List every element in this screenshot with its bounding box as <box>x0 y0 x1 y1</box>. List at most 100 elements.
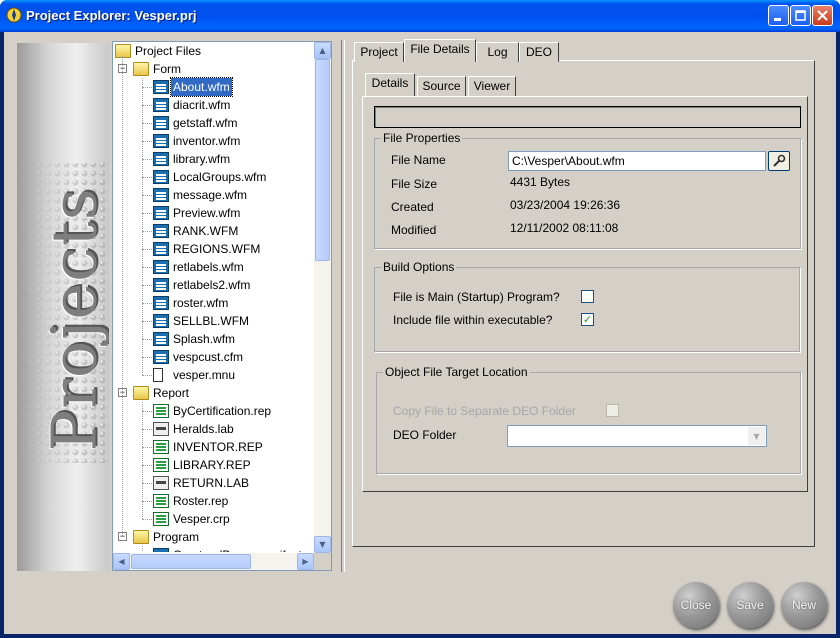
tree-connector <box>142 177 152 178</box>
file-icon <box>153 134 169 148</box>
tree-file-item[interactable]: RANK.WFM <box>113 222 313 240</box>
tree-connector <box>142 546 143 552</box>
project-explorer-window: Project Explorer: Vesper.prj Projects Pr… <box>0 0 840 638</box>
close-button[interactable]: Close <box>673 582 719 628</box>
created-label: Created <box>391 200 434 214</box>
tree-folder[interactable]: Form − <box>113 60 313 78</box>
file-icon <box>153 332 169 346</box>
minimize-button[interactable] <box>768 5 789 26</box>
tree-item-label: getstaff.wfm <box>173 116 238 130</box>
file-icon <box>153 494 169 508</box>
tree-connector <box>142 78 143 375</box>
tree-file-item[interactable]: Heralds.lab <box>113 420 313 438</box>
tree-file-item[interactable]: vesper.mnu <box>113 366 313 384</box>
tree-file-item[interactable]: diacrit.wfm <box>113 96 313 114</box>
tab-log[interactable]: Log <box>476 42 519 62</box>
tree-folder[interactable]: Report − <box>113 384 313 402</box>
tree-item-label: INVENTOR.REP <box>173 440 263 454</box>
scroll-left-button[interactable]: ◀ <box>113 553 130 570</box>
tree-vertical-scrollbar[interactable]: ▲ ▼ <box>314 42 331 553</box>
tree-item-label: Preview.wfm <box>173 206 241 220</box>
horizontal-scroll-thumb[interactable] <box>131 554 251 569</box>
project-files-tree[interactable]: Project Files Form − About.wfm diacrit.wfm ge… <box>112 41 332 571</box>
file-name-label: File Name <box>391 153 446 167</box>
file-icon <box>153 422 169 436</box>
include-executable-checkbox[interactable]: ✓ <box>581 313 594 326</box>
subtab-source[interactable]: Source <box>417 76 466 96</box>
tree-file-item[interactable]: library.wfm <box>113 150 313 168</box>
object-target-group: Object File Target Location <box>376 365 801 474</box>
tree-file-item[interactable]: inventor.wfm <box>113 132 313 150</box>
tree-connector <box>122 56 123 536</box>
tree-file-item[interactable]: REGIONS.WFM <box>113 240 313 258</box>
tree-file-item[interactable]: message.wfm <box>113 186 313 204</box>
tree-file-item[interactable]: SELLBL.WFM <box>113 312 313 330</box>
tree-connector <box>142 195 152 196</box>
vertical-scroll-thumb[interactable] <box>315 59 330 261</box>
file-name-field[interactable]: C:\Vesper\About.wfm <box>508 151 766 171</box>
close-window-button[interactable] <box>812 5 833 26</box>
chevron-down-icon: ▼ <box>753 431 760 441</box>
tree-item-label: Form <box>153 62 181 76</box>
tree-file-item[interactable]: roster.wfm <box>113 294 313 312</box>
main-program-label: File is Main (Startup) Program? <box>393 290 560 304</box>
file-size-value: 4431 Bytes <box>510 175 571 189</box>
maximize-button[interactable] <box>790 5 811 26</box>
tree-connector <box>142 519 152 520</box>
deo-dropdown-button[interactable]: ▼ <box>748 427 765 445</box>
tab-file-details[interactable]: File Details <box>404 39 476 62</box>
folder-icon <box>133 386 149 400</box>
tab-deo[interactable]: DEO <box>519 42 559 62</box>
folder-icon <box>133 62 149 76</box>
tree-root[interactable]: Project Files <box>113 42 313 60</box>
tree-file-item[interactable]: retlabels.wfm <box>113 258 313 276</box>
chevron-down-icon: ▼ <box>319 540 326 549</box>
tree-file-item[interactable]: Splash.wfm <box>113 330 313 348</box>
deo-folder-combo[interactable]: ▼ <box>507 425 767 447</box>
tree-horizontal-scrollbar[interactable]: ◀ ▶ <box>113 553 331 570</box>
tree-file-item[interactable]: RETURN.LAB <box>113 474 313 492</box>
title-bar[interactable]: Project Explorer: Vesper.prj <box>0 0 840 32</box>
tree-file-item[interactable]: LIBRARY.REP <box>113 456 313 474</box>
copy-deo-checkbox[interactable] <box>606 404 619 417</box>
tree-connector <box>142 483 152 484</box>
subtab-viewer[interactable]: Viewer <box>468 76 516 96</box>
client-area: Projects Project Files Form − About.wfm diac… <box>4 32 836 634</box>
scroll-down-button[interactable]: ▼ <box>314 536 331 553</box>
file-icon <box>153 458 169 472</box>
app-icon <box>6 7 22 23</box>
subtab-details[interactable]: Details <box>365 73 415 96</box>
main-program-checkbox[interactable] <box>581 290 594 303</box>
tree-connector <box>142 123 152 124</box>
browse-file-button[interactable] <box>768 151 790 171</box>
tree-item-label: Roster.rep <box>173 494 229 508</box>
scroll-up-button[interactable]: ▲ <box>314 42 331 59</box>
tree-folder[interactable]: Program − <box>113 528 313 546</box>
tree-file-item[interactable]: getstaff.wfm <box>113 114 313 132</box>
tree-connector <box>142 159 152 160</box>
scroll-right-button[interactable]: ▶ <box>297 553 314 570</box>
folder-icon <box>115 44 131 58</box>
tree-file-item[interactable]: Roster.rep <box>113 492 313 510</box>
build-options-legend: Build Options <box>383 260 455 274</box>
pane-splitter[interactable] <box>341 40 345 572</box>
tree-file-item[interactable]: Preview.wfm <box>113 204 313 222</box>
tree-file-item[interactable]: ByCertification.rep <box>113 402 313 420</box>
tree-connector <box>142 105 152 106</box>
tree-connector <box>142 213 152 214</box>
new-button[interactable]: New <box>781 582 827 628</box>
tree-file-item[interactable]: retlabels2.wfm <box>113 276 313 294</box>
tree-file-item[interactable]: INVENTOR.REP <box>113 438 313 456</box>
chevron-up-icon: ▲ <box>319 46 326 55</box>
tree-file-item[interactable]: Create_dBase_manifest... <box>113 546 313 552</box>
tree-connector <box>142 249 152 250</box>
tree-file-item[interactable]: vespcust.cfm <box>113 348 313 366</box>
save-button[interactable]: Save <box>727 582 773 628</box>
include-executable-label: Include file within executable? <box>393 313 553 327</box>
tree-file-item[interactable]: Vesper.crp <box>113 510 313 528</box>
build-options-group: Build Options <box>374 260 800 352</box>
tree-file-item[interactable]: LocalGroups.wfm <box>113 168 313 186</box>
tab-project[interactable]: Project <box>354 42 404 62</box>
tree-file-item[interactable]: About.wfm <box>113 77 313 97</box>
deo-folder-label: DEO Folder <box>393 428 457 442</box>
